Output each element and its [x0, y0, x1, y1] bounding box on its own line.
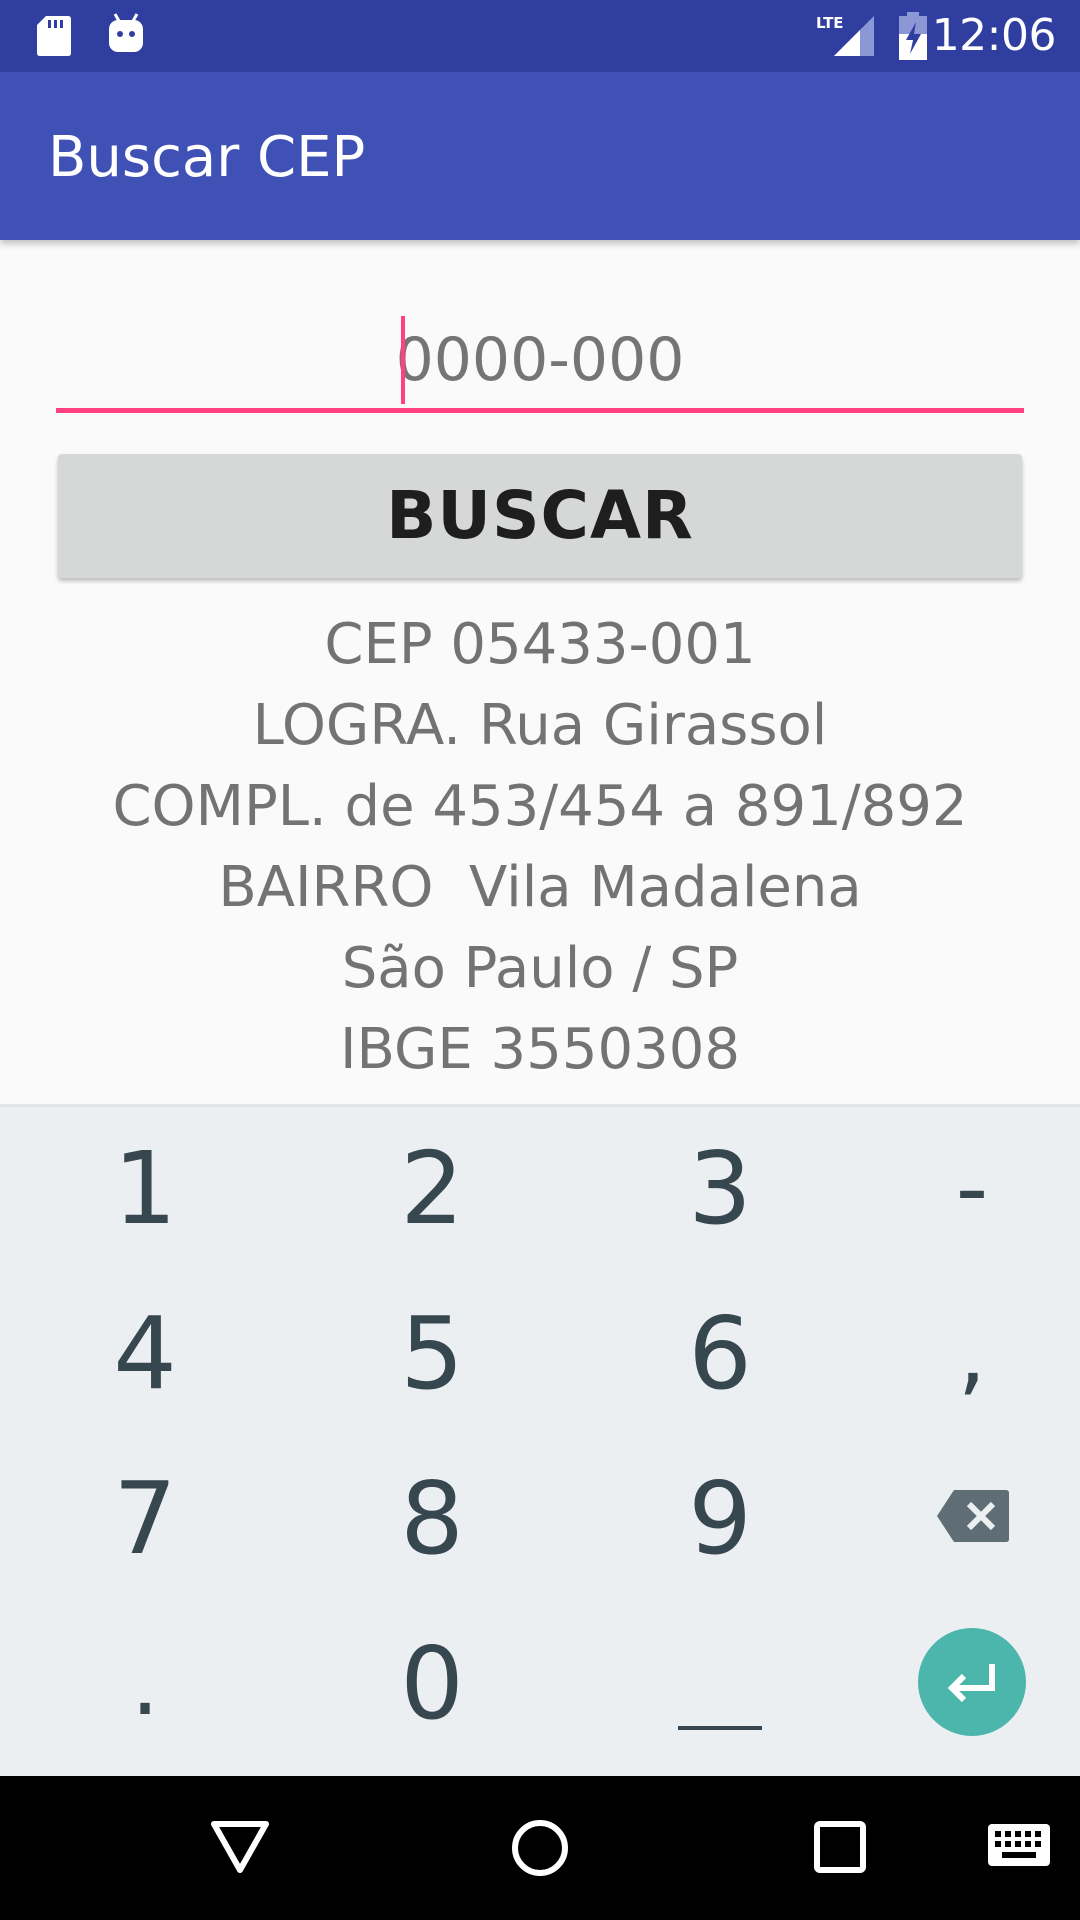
enter-icon	[947, 1664, 995, 1703]
cep-input-container	[56, 312, 1024, 416]
key-dash[interactable]: -	[837, 1106, 1080, 1271]
back-icon[interactable]	[210, 1818, 270, 1876]
key-3[interactable]: 3	[585, 1106, 855, 1271]
status-bar: LTE 12:06	[0, 0, 1080, 72]
enter-key[interactable]	[918, 1628, 1026, 1736]
result-ibge: IBGE 3550308	[340, 1017, 740, 1082]
key-1[interactable]: 1	[10, 1106, 280, 1271]
space-key[interactable]	[678, 1726, 762, 1730]
result-complemento: COMPL. de 453/454 a 891/892	[112, 774, 968, 839]
key-comma[interactable]: ,	[837, 1271, 1080, 1436]
result-bairro: BAIRRO Vila Madalena	[218, 855, 862, 920]
key-4[interactable]: 4	[10, 1271, 280, 1436]
keyboard-switch-icon[interactable]	[988, 1824, 1050, 1866]
app-bar: Buscar CEP	[0, 72, 1080, 240]
key-5[interactable]: 5	[297, 1271, 567, 1436]
battery-charging-icon	[899, 12, 927, 60]
key-2[interactable]: 2	[297, 1106, 567, 1271]
address-result: CEP 05433-001 LOGRA. Rua Girassol COMPL.…	[0, 604, 1080, 1090]
app-title: Buscar CEP	[48, 125, 366, 190]
result-cep: CEP 05433-001	[324, 612, 756, 677]
result-cidade-uf: São Paulo / SP	[341, 936, 739, 1001]
key-7[interactable]: 7	[10, 1436, 280, 1601]
recents-icon[interactable]	[813, 1820, 867, 1874]
key-8[interactable]: 8	[297, 1436, 567, 1601]
input-underline	[56, 408, 1024, 413]
text-cursor	[401, 316, 405, 404]
result-logradouro: LOGRA. Rua Girassol	[252, 693, 828, 758]
key-6[interactable]: 6	[585, 1271, 855, 1436]
key-0[interactable]: 0	[297, 1601, 567, 1766]
cep-input[interactable]	[56, 312, 1024, 408]
key-9[interactable]: 9	[585, 1436, 855, 1601]
android-icon	[109, 13, 143, 52]
search-button[interactable]: BUSCAR	[58, 454, 1022, 578]
sd-card-icon	[37, 16, 71, 56]
status-time: 12:06	[931, 10, 1057, 61]
home-icon[interactable]	[510, 1818, 570, 1878]
backspace-icon[interactable]	[936, 1488, 1010, 1544]
svg-text:LTE: LTE	[816, 14, 844, 32]
screen: LTE 12:06 Buscar CEP BUSCAR CEP 05433-00…	[0, 0, 1080, 1920]
lte-signal-icon: LTE	[816, 14, 874, 56]
key-period[interactable]: .	[10, 1601, 280, 1766]
navigation-bar	[0, 1776, 1080, 1920]
